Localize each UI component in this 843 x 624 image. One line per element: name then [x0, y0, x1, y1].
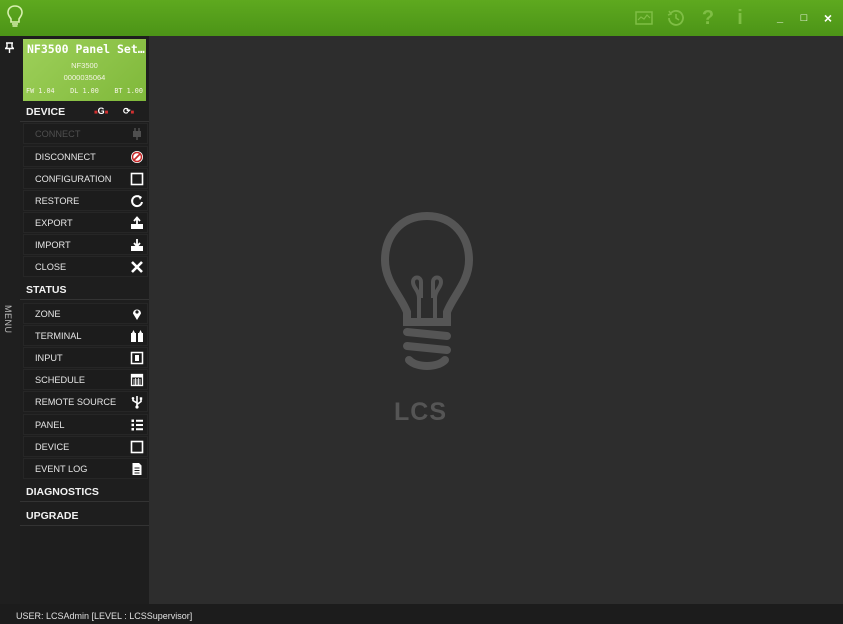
- menu-label[interactable]: MENU: [3, 305, 13, 334]
- device-versions: FW 1.04 DL 1.00 BT 1.00: [23, 87, 146, 95]
- monitor-icon[interactable]: [633, 7, 655, 29]
- section-status[interactable]: STATUS: [20, 280, 149, 300]
- main-content: LCS: [149, 36, 843, 604]
- zone-label: ZONE: [35, 309, 61, 319]
- square-icon: [130, 440, 144, 454]
- close-item[interactable]: CLOSE: [23, 256, 148, 277]
- device-label: DEVICE: [35, 442, 70, 452]
- input-icon: [130, 351, 144, 365]
- input-item[interactable]: INPUT: [23, 347, 148, 368]
- terminal-label: TERMINAL: [35, 331, 82, 341]
- square-icon: [130, 172, 144, 186]
- disconnect-item[interactable]: DISCONNECT: [23, 146, 148, 167]
- minimize-button[interactable]: _: [771, 8, 789, 28]
- connect-item[interactable]: CONNECT: [23, 123, 148, 144]
- zone-item[interactable]: ZONE: [23, 303, 148, 324]
- device-serial: 0000035064: [63, 73, 106, 82]
- lightbulb-watermark-icon: [380, 211, 474, 370]
- connect-label: CONNECT: [35, 129, 81, 139]
- input-label: INPUT: [35, 353, 63, 363]
- close-window-button[interactable]: ×: [819, 8, 837, 28]
- disconnect-label: DISCONNECT: [35, 152, 96, 162]
- panel-label: PANEL: [35, 420, 65, 430]
- sidebar: NF3500 Panel Set… NF3500 0000035064 FW 1…: [20, 36, 149, 604]
- terminal-icon: [131, 330, 143, 342]
- export-item[interactable]: EXPORT: [23, 212, 148, 233]
- section-diagnostics[interactable]: DIAGNOSTICS: [20, 482, 149, 502]
- info-icon[interactable]: i: [729, 7, 751, 29]
- pin-icon[interactable]: [3, 42, 16, 56]
- history-icon[interactable]: [665, 7, 687, 29]
- section-device-label: DEVICE: [26, 106, 66, 118]
- section-upgrade-label: UPGRADE: [26, 510, 79, 522]
- remote-source-item[interactable]: REMOTE SOURCE: [23, 391, 148, 412]
- restore-item[interactable]: RESTORE: [23, 190, 148, 211]
- restore-label: RESTORE: [35, 196, 80, 206]
- device-name: NF3500 Panel Set…: [27, 42, 145, 56]
- menu-rail: MENU: [0, 36, 20, 604]
- lcs-watermark: LCS: [394, 398, 447, 426]
- document-icon: [132, 463, 142, 475]
- device-model: NF3500: [71, 61, 98, 70]
- schedule-item[interactable]: SCHEDULE: [23, 369, 148, 390]
- status-bar: USER: LCSAdmin [LEVEL : LCSSupervisor]: [0, 604, 843, 624]
- section-device[interactable]: DEVICE ■G■ ⟳■: [20, 102, 149, 122]
- configuration-label: CONFIGURATION: [35, 174, 112, 184]
- calendar-icon: [130, 373, 144, 387]
- sync-icon: ⟳■: [123, 106, 135, 116]
- export-icon: [131, 216, 143, 229]
- section-status-label: STATUS: [26, 284, 67, 296]
- panel-item[interactable]: PANEL: [23, 414, 148, 435]
- device-item[interactable]: DEVICE: [23, 436, 148, 457]
- usb-icon: [131, 396, 143, 409]
- title-bar: ? i _ □ ×: [0, 0, 843, 36]
- configuration-item[interactable]: CONFIGURATION: [23, 168, 148, 189]
- g-indicator: ■G■: [94, 106, 109, 116]
- import-item[interactable]: IMPORT: [23, 234, 148, 255]
- user-status-text: USER: LCSAdmin [LEVEL : LCSSupervisor]: [16, 611, 193, 621]
- import-label: IMPORT: [35, 240, 71, 250]
- export-label: EXPORT: [35, 218, 73, 228]
- remote-source-label: REMOTE SOURCE: [35, 397, 117, 407]
- close-label: CLOSE: [35, 262, 67, 272]
- close-icon: [131, 261, 143, 273]
- g-indicator-label: G: [97, 106, 105, 116]
- no-plug-icon: [131, 151, 143, 163]
- schedule-label: SCHEDULE: [35, 375, 86, 385]
- app-window: ? i _ □ × MENU NF3500 Panel Set… NF3500 …: [0, 0, 843, 624]
- list-icon: [131, 419, 143, 431]
- title-bar-controls: ? i _ □ ×: [623, 0, 843, 36]
- lightbulb-icon: [7, 5, 23, 27]
- event-log-label: EVENT LOG: [35, 464, 88, 474]
- dl-version: DL 1.00: [70, 87, 99, 95]
- location-pin-icon: [133, 309, 141, 320]
- bt-version: BT 1.00: [114, 87, 143, 95]
- import-icon: [131, 239, 143, 251]
- section-upgrade[interactable]: UPGRADE: [20, 506, 149, 526]
- plug-icon: [133, 128, 141, 140]
- event-log-item[interactable]: EVENT LOG: [23, 458, 148, 479]
- help-icon[interactable]: ?: [697, 7, 719, 29]
- terminal-item[interactable]: TERMINAL: [23, 325, 148, 346]
- maximize-button[interactable]: □: [795, 8, 813, 28]
- section-diagnostics-label: DIAGNOSTICS: [26, 486, 99, 498]
- device-card[interactable]: NF3500 Panel Set… NF3500 0000035064 FW 1…: [23, 39, 146, 101]
- restore-icon: [131, 195, 143, 208]
- fw-version: FW 1.04: [26, 87, 55, 95]
